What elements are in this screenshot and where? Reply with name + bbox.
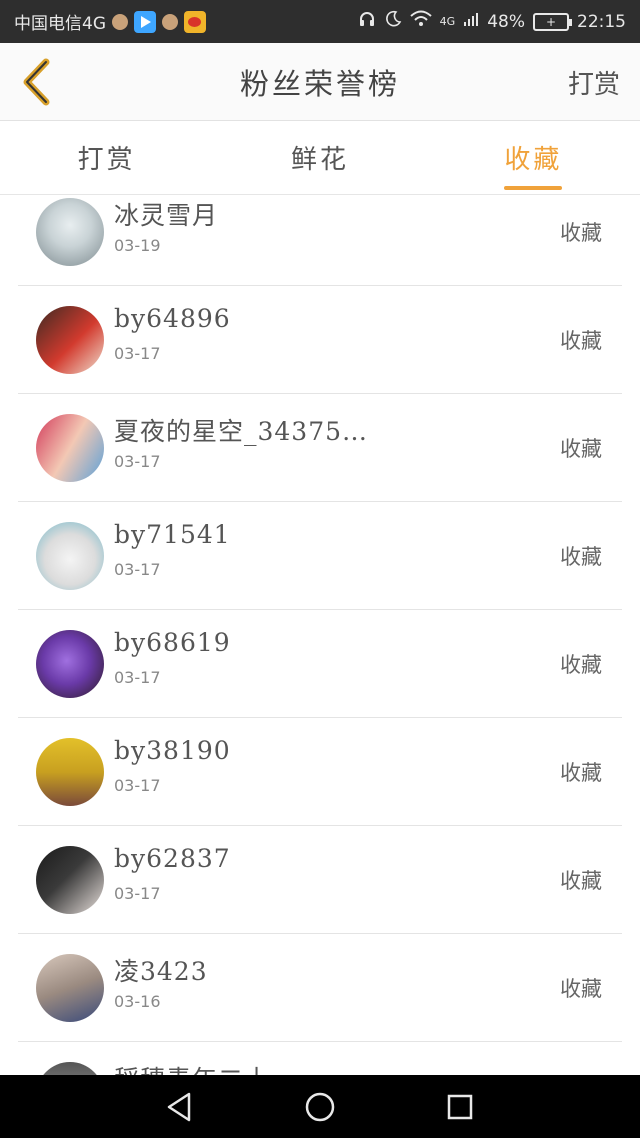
list-item[interactable]: by71541 03-17 收藏	[18, 502, 622, 610]
fan-list: 冰灵雪月 03-19 收藏 by64896 03-17 收藏 夏夜的星空_343…	[0, 195, 640, 1075]
list-item[interactable]: by38190 03-17 收藏	[18, 718, 622, 826]
avatar	[36, 1062, 104, 1075]
status-bar-left: 中国电信4G	[14, 9, 358, 34]
record-type: 收藏	[560, 545, 602, 569]
list-item[interactable]: 稻穗青年二十	[18, 1042, 622, 1075]
list-item[interactable]: 凌3423 03-16 收藏	[18, 934, 622, 1042]
signal-icon	[463, 11, 479, 32]
date: 03-17	[114, 344, 161, 363]
user-name: by71541	[114, 520, 231, 549]
user-name: 稻穗青年二十	[114, 1060, 270, 1075]
triangle-back-icon	[167, 1092, 191, 1121]
list-item[interactable]: by68619 03-17 收藏	[18, 610, 622, 718]
headset-icon	[358, 10, 376, 33]
date: 03-17	[114, 452, 161, 471]
moon-icon	[384, 10, 402, 33]
user-name: by64896	[114, 304, 231, 333]
app-header: 粉丝荣誉榜 打赏	[0, 43, 640, 121]
page-title: 粉丝荣誉榜	[239, 67, 400, 101]
record-type: 收藏	[560, 977, 602, 1001]
date: 03-17	[114, 776, 161, 795]
avatar	[36, 738, 104, 806]
clock: 22:15	[577, 11, 626, 32]
play-store-icon	[134, 10, 156, 33]
avatar	[36, 414, 104, 482]
system-navigation-bar	[0, 1075, 640, 1138]
user-name: 夏夜的星空_34375…	[114, 417, 369, 446]
user-name: by62837	[114, 844, 231, 873]
tab-reward[interactable]: 打赏	[0, 121, 213, 194]
tab-bar: 打赏 鲜花 收藏	[0, 121, 640, 195]
avatar	[36, 198, 104, 266]
circle-home-icon	[305, 1092, 335, 1121]
network-type-label: 4G	[439, 15, 456, 28]
square-recents-icon	[447, 1094, 473, 1119]
avatar	[36, 522, 104, 590]
date: 03-17	[114, 668, 161, 687]
nav-back-button[interactable]	[160, 1087, 200, 1127]
nav-home-button[interactable]	[300, 1087, 340, 1127]
app-notification-icon	[112, 13, 128, 30]
list-item[interactable]: 冰灵雪月 03-19 收藏	[18, 195, 622, 286]
avatar	[36, 954, 104, 1022]
tab-flowers[interactable]: 鲜花	[213, 121, 426, 194]
battery-icon: +	[533, 12, 572, 31]
carrier-label: 中国电信4G	[14, 14, 106, 34]
status-bar-right: 4G 48% + 22:15	[358, 10, 626, 33]
record-type: 收藏	[560, 437, 602, 461]
tab-favorites[interactable]: 收藏	[427, 121, 640, 194]
avatar	[36, 306, 104, 374]
avatar	[36, 846, 104, 914]
date: 03-16	[114, 992, 161, 1011]
weibo-icon	[184, 10, 206, 33]
record-type: 收藏	[560, 329, 602, 353]
record-type: 收藏	[560, 761, 602, 785]
date: 03-17	[114, 560, 161, 579]
avatar	[36, 630, 104, 698]
date: 03-17	[114, 884, 161, 903]
record-type: 收藏	[560, 221, 602, 245]
reward-button[interactable]: 打赏	[568, 43, 620, 121]
status-bar: 中国电信4G 4G 48% + 22:15	[0, 0, 640, 43]
nav-recents-button[interactable]	[440, 1087, 480, 1127]
user-name: by38190	[114, 736, 231, 765]
list-item[interactable]: 夏夜的星空_34375… 03-17 收藏	[18, 394, 622, 502]
list-item[interactable]: by62837 03-17 收藏	[18, 826, 622, 934]
record-type: 收藏	[560, 869, 602, 893]
app-notification-icon	[162, 13, 178, 30]
record-type: 收藏	[560, 653, 602, 677]
user-name: 冰灵雪月	[114, 201, 219, 230]
user-name: by68619	[114, 628, 231, 657]
user-name: 凌3423	[114, 957, 208, 986]
battery-percent: 48%	[487, 11, 525, 32]
list-item[interactable]: by64896 03-17 收藏	[18, 286, 622, 394]
wifi-icon	[410, 10, 432, 33]
date: 03-19	[114, 236, 161, 255]
